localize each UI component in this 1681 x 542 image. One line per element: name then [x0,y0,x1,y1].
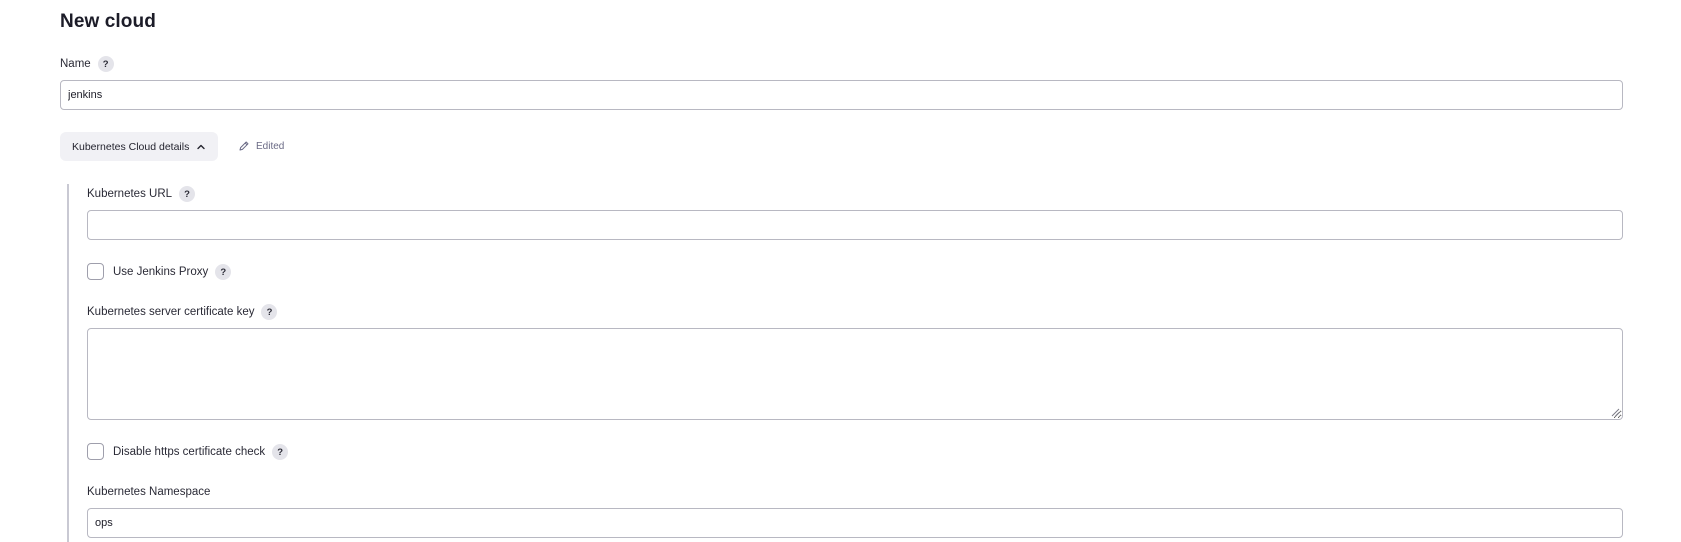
use-jenkins-proxy-help-icon[interactable]: ? [215,264,232,280]
name-label-text: Name [60,58,91,70]
kubernetes-url-label-text: Kubernetes URL [87,188,173,200]
kubernetes-url-help-icon[interactable]: ? [179,186,196,202]
kubernetes-url-label: Kubernetes URL ? [87,185,196,203]
edited-indicator: Edited [238,138,284,154]
pencil-icon [239,141,249,151]
namespace-label: Kubernetes Namespace [87,483,210,501]
disable-https-check-help-icon[interactable]: ? [272,444,289,460]
disable-https-check-label: Disable https certificate check ? [113,443,289,461]
section-toggle-label: Kubernetes Cloud details [72,140,190,153]
use-jenkins-proxy-checkbox[interactable] [87,263,104,280]
namespace-label-text: Kubernetes Namespace [87,486,211,498]
edited-label: Edited [256,140,285,152]
server-certificate-key-label-text: Kubernetes server certificate key [87,306,255,318]
new-cloud-page: New cloud Name ? Kubernetes Cloud detail… [0,0,1681,542]
server-certificate-key-label: Kubernetes server certificate key ? [87,303,278,321]
page-title: New cloud [60,11,156,32]
server-certificate-key-textarea[interactable] [87,328,1623,420]
disable-https-check-checkbox[interactable] [87,443,104,460]
kubernetes-cloud-details-toggle[interactable]: Kubernetes Cloud details [60,132,219,161]
kubernetes-url-input[interactable] [87,210,1623,240]
namespace-input[interactable] [87,508,1623,538]
use-jenkins-proxy-label-text: Use Jenkins Proxy [113,266,209,278]
section-divider [67,184,69,542]
use-jenkins-proxy-label: Use Jenkins Proxy ? [113,263,232,281]
chevron-up-icon [197,144,206,149]
disable-https-check-label-text: Disable https certificate check [113,446,266,458]
server-certificate-key-help-icon[interactable]: ? [261,304,278,320]
name-input[interactable] [60,80,1623,110]
name-label: Name ? [60,55,114,73]
name-help-icon[interactable]: ? [97,56,114,72]
